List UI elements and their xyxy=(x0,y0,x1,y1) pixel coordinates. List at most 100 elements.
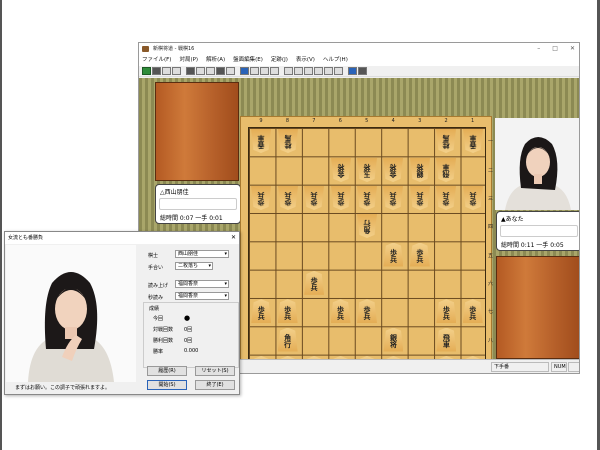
handicap-select[interactable]: 二枚落ち xyxy=(175,262,213,270)
stat-current-label: 今回 xyxy=(153,316,164,322)
piece-char: 行 xyxy=(284,340,292,349)
toolbar-button-10[interactable] xyxy=(240,67,249,75)
gote-piece[interactable]: 桂馬 xyxy=(278,129,298,153)
gote-piece-stand[interactable] xyxy=(155,82,239,181)
status-turn: 下手番 xyxy=(491,362,549,372)
file-label: 7 xyxy=(312,118,316,124)
toolbar-button-13[interactable] xyxy=(270,67,279,75)
piece-char: 兵 xyxy=(389,191,397,201)
rank-label: 七 xyxy=(488,309,494,316)
gote-piece[interactable]: 歩兵 xyxy=(331,186,351,210)
toolbar-button-2[interactable] xyxy=(152,67,161,75)
gote-piece[interactable]: 歩兵 xyxy=(304,186,324,210)
menu-item-7[interactable]: ヘルプ(H) xyxy=(323,55,348,66)
stat-current-indicator: ● xyxy=(184,314,191,322)
shogi-board[interactable]: 987654321一二三四五六七八九香車桂馬桂馬香車金将玉将金将銀将飛車歩兵歩兵… xyxy=(240,116,494,373)
piece-char: 歩 xyxy=(257,198,265,208)
toolbar-button-15[interactable] xyxy=(294,67,303,75)
sente-piece[interactable]: 歩兵 xyxy=(462,299,483,324)
toolbar-button-17[interactable] xyxy=(314,67,323,75)
reset-button[interactable]: リセット(S) xyxy=(195,366,235,376)
sente-piece[interactable]: 歩兵 xyxy=(436,299,457,324)
dialog-close-icon[interactable]: ✕ xyxy=(231,232,236,244)
rank-label: 六 xyxy=(488,280,494,287)
gote-piece[interactable]: 角行 xyxy=(357,214,377,238)
piece-char: 銀 xyxy=(416,170,424,179)
piece-char: 歩 xyxy=(363,198,371,208)
toolbar-button-20[interactable] xyxy=(348,67,357,75)
stat-games-label: 対戦回数 xyxy=(153,327,174,333)
gote-piece[interactable]: 歩兵 xyxy=(278,186,298,210)
toolbar-button-18[interactable] xyxy=(324,67,333,75)
voice-select[interactable]: 福間香奈 xyxy=(175,280,229,288)
gote-piece[interactable]: 桂馬 xyxy=(436,129,456,153)
toolbar-button-5[interactable] xyxy=(186,67,195,75)
toolbar-button-19[interactable] xyxy=(334,67,343,75)
menu-item-4[interactable]: 盤面編集(E) xyxy=(233,55,263,66)
piece-char: 歩 xyxy=(284,198,292,208)
rank-label: 三 xyxy=(488,195,494,202)
sente-piece[interactable]: 歩兵 xyxy=(383,242,404,267)
stat-rate-label: 勝率 xyxy=(153,349,164,355)
close-icon[interactable]: ✕ xyxy=(570,43,575,55)
gote-piece[interactable]: 金将 xyxy=(331,158,351,182)
gote-piece[interactable]: 歩兵 xyxy=(383,186,403,210)
player-select[interactable]: 西山朋佳 xyxy=(175,250,229,258)
toolbar-button-16[interactable] xyxy=(304,67,313,75)
window-title: 新棋将道 - 戦棋16 xyxy=(153,46,195,52)
start-button[interactable]: 開始(S) xyxy=(147,380,187,390)
toolbar-button-21[interactable] xyxy=(358,67,367,75)
piece-char: 将 xyxy=(389,163,397,172)
end-button[interactable]: 終了(E) xyxy=(195,380,235,390)
piece-char: 兵 xyxy=(389,255,397,264)
menu-item-6[interactable]: 表示(V) xyxy=(296,55,315,66)
sente-piece[interactable]: 歩兵 xyxy=(330,299,351,324)
sente-piece[interactable]: 歩兵 xyxy=(409,242,430,267)
gote-piece[interactable]: 飛車 xyxy=(436,158,456,182)
sente-piece[interactable]: 銀将 xyxy=(383,327,404,352)
gote-piece[interactable]: 玉将 xyxy=(357,158,377,182)
toolbar-button-14[interactable] xyxy=(284,67,293,75)
gote-piece[interactable]: 金将 xyxy=(383,158,403,182)
piece-char: 車 xyxy=(442,163,450,172)
minimize-icon[interactable]: – xyxy=(537,43,540,55)
toolbar-button-1[interactable] xyxy=(142,67,151,75)
gote-piece[interactable]: 歩兵 xyxy=(357,186,377,210)
file-label: 4 xyxy=(391,118,395,124)
menu-item-5[interactable]: 定跡(J) xyxy=(271,55,288,66)
sente-piece[interactable]: 歩兵 xyxy=(304,270,325,295)
gote-piece[interactable]: 歩兵 xyxy=(436,186,456,210)
piece-char: 香 xyxy=(257,141,265,151)
toolbar-button-7[interactable] xyxy=(206,67,215,75)
toolbar-button-8[interactable] xyxy=(216,67,225,75)
sente-piece[interactable]: 歩兵 xyxy=(357,299,377,324)
sente-piece[interactable]: 角行 xyxy=(277,327,298,352)
gote-piece[interactable]: 銀将 xyxy=(410,158,430,182)
sente-piece-stand[interactable] xyxy=(496,256,579,359)
menu-item-2[interactable]: 対局(P) xyxy=(179,55,198,66)
sente-piece[interactable]: 歩兵 xyxy=(251,299,272,324)
toolbar-button-12[interactable] xyxy=(260,67,269,75)
player-photo xyxy=(6,245,136,382)
gote-piece[interactable]: 歩兵 xyxy=(410,186,430,210)
menu-item-3[interactable]: 解析(A) xyxy=(206,55,225,66)
piece-char: 将 xyxy=(389,340,397,349)
toolbar-button-4[interactable] xyxy=(172,67,181,75)
toolbar-button-11[interactable] xyxy=(250,67,259,75)
title-bar: 新棋将道 - 戦棋16 – □ ✕ xyxy=(139,43,579,55)
menu-item-1[interactable]: ファイル(F) xyxy=(142,55,171,66)
maximize-icon[interactable]: □ xyxy=(552,43,558,55)
record-button[interactable]: 履歴(R) xyxy=(147,366,187,376)
sente-piece[interactable]: 歩兵 xyxy=(277,299,298,324)
gote-piece[interactable]: 香車 xyxy=(251,129,271,153)
toolbar-button-6[interactable] xyxy=(196,67,205,75)
sente-piece[interactable]: 飛車 xyxy=(436,327,457,352)
toolbar-button-9[interactable] xyxy=(226,67,235,75)
gote-piece[interactable]: 歩兵 xyxy=(463,186,483,210)
gote-piece[interactable]: 歩兵 xyxy=(251,186,271,210)
timer-select[interactable]: 福間香奈 xyxy=(175,292,229,300)
toolbar-button-3[interactable] xyxy=(162,67,171,75)
toolbar xyxy=(139,66,579,77)
gote-piece[interactable]: 香車 xyxy=(463,129,483,153)
file-label: 1 xyxy=(470,118,475,124)
